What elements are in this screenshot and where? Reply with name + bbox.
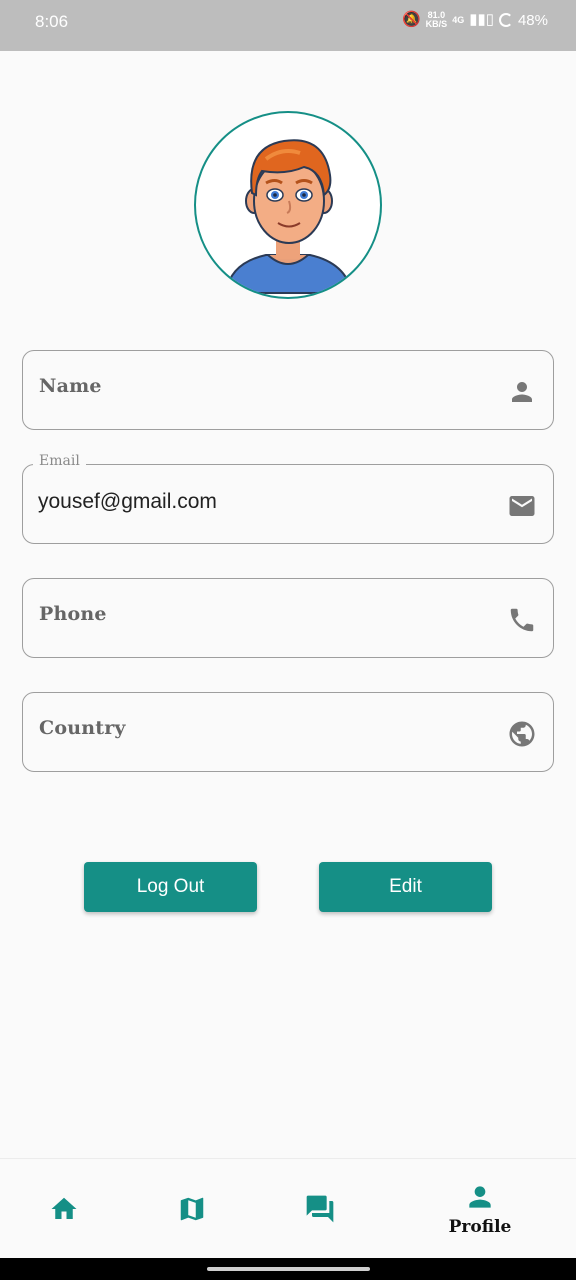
mail-icon [507, 491, 537, 521]
nav-item-profile[interactable]: Profile [440, 1159, 520, 1259]
battery-level: 48% [517, 11, 548, 29]
status-time: 8:06 [35, 12, 69, 31]
phone-field[interactable]: Phone [22, 578, 554, 658]
bottom-nav: Profile [0, 1158, 576, 1258]
email-value[interactable]: yousef@gmail.com [38, 490, 217, 514]
status-icons: 🔕 81.0 KB/S 4G ▮▮▯ 48% [402, 11, 548, 29]
person-icon [507, 377, 537, 407]
email-field[interactable]: Email yousef@gmail.com [22, 453, 554, 544]
signal-icon: ▮▮▯ [469, 11, 494, 28]
email-floating-label: Email [33, 453, 86, 469]
phone-label: Phone [39, 603, 107, 625]
home-icon [51, 1197, 77, 1219]
edit-button[interactable]: Edit [319, 862, 492, 912]
nav-item-map[interactable] [162, 1159, 222, 1259]
nav-label-profile: Profile [448, 1217, 512, 1237]
phone-icon [507, 605, 537, 635]
globe-icon [507, 719, 537, 749]
map-icon [180, 1197, 204, 1221]
logout-button[interactable]: Log Out [84, 862, 257, 912]
status-bar: 8:06 🔕 81.0 KB/S 4G ▮▮▯ 48% [0, 0, 576, 51]
mute-icon: 🔕 [401, 11, 421, 28]
name-label: Name [39, 375, 102, 397]
chat-icon [306, 1195, 334, 1223]
network-type: 4G [452, 14, 465, 25]
profile-icon [469, 1186, 491, 1208]
name-field[interactable]: Name [22, 350, 554, 430]
net-speed-unit: KB/S [425, 19, 448, 29]
home-indicator[interactable] [207, 1267, 370, 1271]
profile-avatar[interactable] [194, 111, 382, 299]
battery-icon [498, 13, 513, 27]
cartoon-boy-avatar-icon [224, 139, 354, 294]
nav-item-home[interactable] [34, 1159, 94, 1259]
system-nav-bar [0, 1258, 576, 1280]
nav-item-chat[interactable] [290, 1159, 350, 1259]
country-field[interactable]: Country [22, 692, 554, 772]
net-speed: 81.0 KB/S [426, 11, 448, 29]
country-label: Country [39, 717, 126, 739]
